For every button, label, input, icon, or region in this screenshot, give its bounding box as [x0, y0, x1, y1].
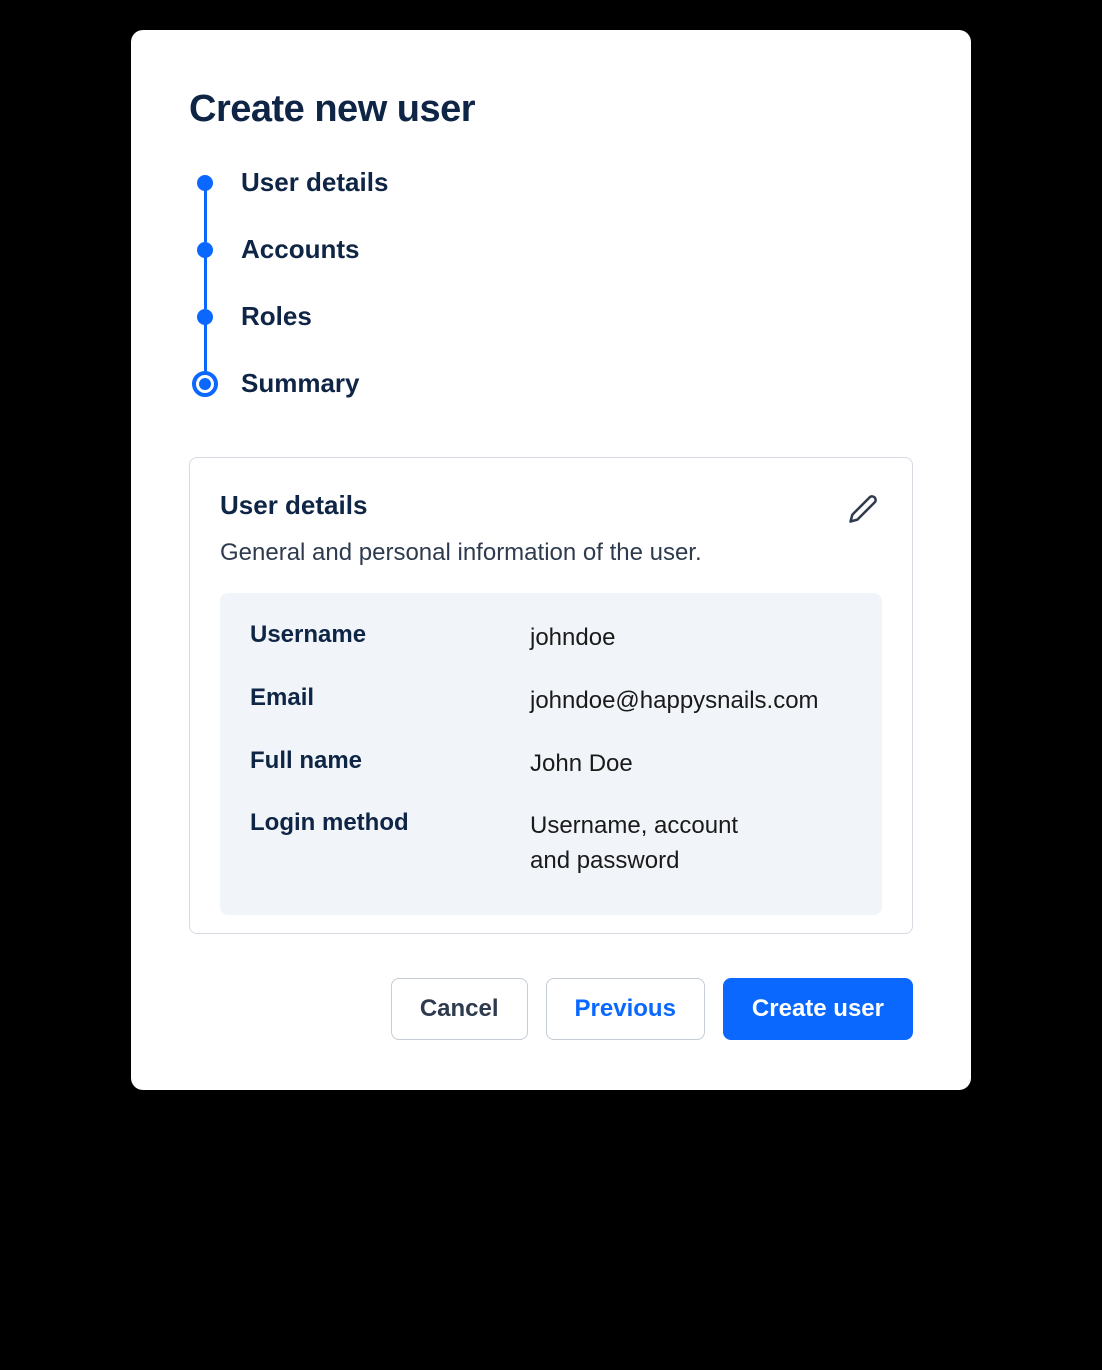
step-user-details[interactable]: User details — [197, 167, 913, 234]
detail-value: johndoe — [530, 621, 615, 656]
detail-row-login-method: Login method Username, account and passw… — [250, 809, 852, 879]
step-label: Roles — [241, 301, 312, 332]
step-dot-icon — [197, 242, 213, 258]
panel-description: General and personal information of the … — [220, 539, 882, 567]
details-box: Username johndoe Email johndoe@happysnai… — [220, 593, 882, 915]
detail-key: Email — [250, 684, 530, 719]
step-roles[interactable]: Roles — [197, 301, 913, 368]
detail-row-email: Email johndoe@happysnails.com — [250, 684, 852, 719]
panel-title: User details — [220, 490, 367, 521]
edit-button[interactable] — [844, 490, 882, 531]
pencil-icon — [848, 494, 878, 524]
step-accounts[interactable]: Accounts — [197, 234, 913, 301]
step-summary[interactable]: Summary — [197, 368, 913, 399]
step-label: Accounts — [241, 234, 359, 265]
detail-key: Full name — [250, 747, 530, 782]
step-dot-icon — [197, 175, 213, 191]
detail-row-fullname: Full name John Doe — [250, 747, 852, 782]
cancel-button[interactable]: Cancel — [391, 978, 528, 1040]
dialog-footer: Cancel Previous Create user — [189, 978, 913, 1040]
detail-key: Login method — [250, 809, 530, 879]
step-dot-current-icon — [192, 371, 218, 397]
detail-value: John Doe — [530, 747, 633, 782]
previous-button[interactable]: Previous — [546, 978, 705, 1040]
step-dot-icon — [197, 309, 213, 325]
detail-value: Username, account and password — [530, 809, 770, 879]
detail-value: johndoe@happysnails.com — [530, 684, 819, 719]
detail-row-username: Username johndoe — [250, 621, 852, 656]
wizard-steps: User details Accounts Roles Summary — [197, 167, 913, 399]
dialog-title: Create new user — [189, 88, 913, 131]
create-user-button[interactable]: Create user — [723, 978, 913, 1040]
step-label: User details — [241, 167, 388, 198]
panel-header: User details — [220, 490, 882, 531]
create-user-dialog: Create new user User details Accounts Ro… — [131, 30, 971, 1090]
step-label: Summary — [241, 368, 360, 399]
detail-key: Username — [250, 621, 530, 656]
user-details-panel: User details General and personal inform… — [189, 457, 913, 934]
